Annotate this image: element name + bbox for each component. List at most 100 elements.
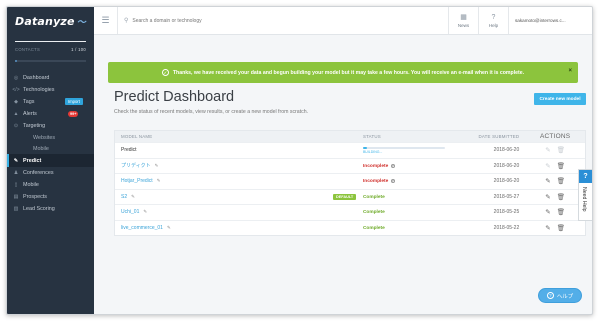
help-chat-button[interactable]: ? ヘルプ [538,288,582,303]
sidebar-item-label: Technologies [23,86,55,93]
date-submitted: 2018-06-20 [493,178,520,185]
sidebar-item-prospects[interactable]: ▤ Prospects [7,191,94,203]
contacts-count: 1 / 100 [71,46,86,52]
date-submitted: 2018-06-20 [493,162,520,169]
main-content: ✓ Thanks, we have received your data and… [94,35,592,314]
column-header-actions: ACTIONS [539,133,571,140]
sidebar-item-mobile-sub[interactable]: Mobile [7,143,94,154]
status-label: BUILDING... [362,150,383,154]
create-new-model-button[interactable]: Create new model [534,93,586,105]
need-help-tab[interactable]: ? Need Help [578,169,592,221]
sidebar-item-label: Targeting [23,123,46,130]
contacts-label: CONTACTS [15,46,41,52]
sidebar-item-targeting[interactable]: ⊙ Targeting [7,120,94,132]
tag-icon: ◆ [14,98,18,105]
default-badge: DEFAULT [333,193,357,200]
rename-pencil-icon[interactable]: ✎ [143,209,147,215]
check-circle-icon: ✓ [161,69,169,76]
rename-pencil-icon[interactable]: ✎ [157,178,161,184]
sidebar-item-tags[interactable]: ◆ Tags Import [7,96,94,108]
account-menu[interactable]: sakamoto@interrows.c... [508,7,592,34]
status-label: Complete [362,210,385,216]
edit-icon[interactable]: ✎ [545,193,550,201]
success-alert: ✓ Thanks, we have received your data and… [108,62,578,83]
rename-pencil-icon[interactable]: ✎ [131,194,135,200]
table-row: live_commerce_01 ✎ Complete 2018-05-22 ✎… [115,219,585,236]
table-row: S2 ✎ DEFAULT Complete 2018-05-27 ✎ 🗑 [115,188,585,205]
date-submitted: 2018-05-22 [493,224,520,231]
close-icon[interactable]: × [568,68,572,74]
trash-icon[interactable]: 🗑 [557,224,565,232]
sidebar-item-mobile[interactable]: ▯ Mobile [7,179,94,191]
sidebar-item-label: Websites [33,134,56,141]
code-icon: </> [12,86,20,93]
question-icon: ? [579,170,592,183]
sidebar-item-label: Prospects [23,194,47,201]
edit-icon[interactable]: ✎ [545,177,550,185]
question-icon[interactable]: ? [390,179,395,184]
bell-icon: ▲ [13,111,19,118]
app-window: Datanyze 〜 CONTACTS 1 / 100 ◎ Dashboard … [6,6,593,315]
sidebar-item-technologies[interactable]: </> Technologies [7,84,94,96]
contacts-meter: CONTACTS 1 / 100 [7,35,94,66]
trash-icon[interactable]: 🗑 [557,162,565,170]
logo[interactable]: Datanyze 〜 [7,7,94,35]
trash-icon[interactable]: 🗑 [557,177,565,185]
news-icon: ▦ [460,13,467,21]
sidebar-item-lead-scoring[interactable]: ▥ Lead Scoring [7,203,94,215]
contacts-progress-fill [15,59,18,62]
model-name-link[interactable]: プリディクト [121,162,151,169]
sidebar-item-label: Predict [23,157,42,164]
sidebar-item-predict[interactable]: ✎ Predict [7,154,94,167]
sidebar-item-label: Alerts [23,111,37,118]
sidebar-item-label: Dashboard [23,74,50,81]
lead-scoring-icon: ▥ [13,206,19,213]
sidebar-nav: ◎ Dashboard </> Technologies ◆ Tags Impo… [7,72,94,216]
sidebar-item-dashboard[interactable]: ◎ Dashboard [7,72,94,84]
model-name: Predict [121,147,137,154]
status-label: Incomplete [362,163,389,169]
menu-toggle-icon[interactable]: ☰ [94,7,118,34]
column-header-name[interactable]: MODEL NAME [115,134,359,139]
model-name-link[interactable]: live_commerce_01 [121,225,163,231]
news-button[interactable]: ▦ News [448,7,478,34]
model-name-link[interactable]: S2 [121,194,127,200]
rename-pencil-icon[interactable]: ✎ [167,225,171,231]
help-chat-label: ヘルプ [556,293,574,300]
table-row: Hotjar_Predict ✎ Incomplete ? 2018-06-20… [115,173,585,189]
target-icon: ⊙ [13,123,19,130]
question-icon[interactable]: ? [390,163,395,168]
top-bar: ☰ ⚲ ▦ News ? Help sakamoto@interrows.c..… [94,7,592,35]
search-bar: ⚲ [118,7,448,34]
rename-pencil-icon[interactable]: ✎ [155,163,159,169]
sidebar-item-conferences[interactable]: ♟ Conferences [7,167,94,179]
table-row: Uchi_01 ✎ Complete 2018-05-25 ✎ 🗑 [115,204,585,220]
import-badge[interactable]: Import [65,98,83,106]
page-title: Predict Dashboard [114,89,235,105]
trash-icon[interactable]: 🗑 [557,193,565,201]
sidebar-item-label: Tags [23,98,35,105]
build-progress-bar [362,146,445,149]
page-subtitle: Check the status of recent models, view … [114,109,309,115]
edit-icon[interactable]: ✎ [545,208,550,216]
conference-icon: ♟ [13,169,19,176]
column-header-date[interactable]: DATE SUBMITTED [454,134,526,139]
column-header-status[interactable]: STATUS [359,134,454,139]
logo-text: Datanyze [15,14,75,28]
model-name-link[interactable]: Uchi_01 [121,209,139,215]
question-circle-icon: ? [546,292,554,299]
sidebar-item-websites[interactable]: Websites [7,132,94,143]
edit-icon[interactable]: ✎ [545,224,550,232]
logo-wave-icon: 〜 [76,17,86,28]
sidebar-item-label: Mobile [23,181,39,188]
trash-icon[interactable]: 🗑 [557,208,565,216]
help-topbar-button[interactable]: ? Help [478,7,508,34]
sidebar-item-label: Conferences [23,169,54,176]
status-label: Incomplete [362,179,389,185]
sidebar-item-alerts[interactable]: ▲ Alerts 99+ [7,108,94,120]
status-label: Complete [362,225,385,231]
model-name-link[interactable]: Hotjar_Predict [121,178,153,184]
status-label: Complete [362,194,385,200]
search-input[interactable] [132,17,333,24]
sidebar-item-label: Mobile [33,145,49,152]
